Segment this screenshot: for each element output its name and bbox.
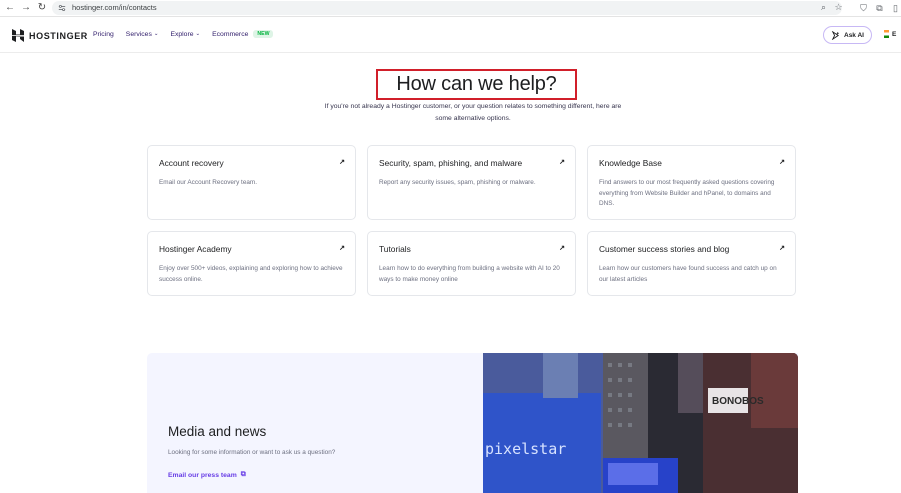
arrow-up-right-icon: ↗	[779, 159, 785, 166]
subtitle-line: some alternative options.	[435, 115, 511, 122]
card-description: Report any security issues, spam, phishi…	[379, 179, 536, 186]
email-press-team-link[interactable]: Email our press team ⧉	[168, 471, 246, 479]
media-news-section: Media and news Looking for some informat…	[147, 353, 798, 493]
card-account-recovery[interactable]: Account recovery ↗ Email our Account Rec…	[147, 145, 356, 220]
card-security[interactable]: Security, spam, phishing, and malware ↗ …	[367, 145, 576, 220]
nav-label: Pricing	[93, 30, 114, 38]
arrow-up-right-icon: ↗	[559, 159, 565, 166]
bonobos-sign-text: BONOBOS	[712, 396, 764, 407]
extension-shield-icon[interactable]: ⛉	[858, 3, 869, 14]
chevron-down-icon: ⌄	[153, 31, 159, 37]
ask-ai-button[interactable]: Ask AI	[823, 26, 872, 44]
arrow-up-right-icon: ↗	[339, 245, 345, 252]
url-text: hostinger.com/in/contacts	[72, 3, 157, 12]
card-description: Find answers to our most frequently aske…	[599, 179, 775, 207]
nav-label: Services	[125, 30, 152, 38]
back-arrow-icon[interactable]: ←	[4, 2, 16, 14]
card-knowledge-base[interactable]: Knowledge Base ↗ Find answers to our mos…	[587, 145, 796, 220]
card-hostinger-academy[interactable]: Hostinger Academy ↗ Enjoy over 500+ vide…	[147, 231, 356, 296]
card-description: Learn how our customers have found succe…	[599, 265, 777, 283]
brand-name: HOSTINGER	[29, 30, 88, 41]
card-customer-success[interactable]: Customer success stories and blog ↗ Lear…	[587, 231, 796, 296]
language-label: E	[892, 30, 897, 38]
external-link-icon: ⧉	[240, 471, 246, 478]
page-subtitle: If you're not already a Hostinger custom…	[280, 101, 666, 125]
nav-label: Ecommerce	[212, 30, 249, 38]
page-title: How can we help?	[396, 73, 557, 95]
arrow-up-right-icon: ↗	[779, 245, 785, 252]
card-title: Hostinger Academy	[159, 244, 232, 254]
press-link-label: Email our press team	[168, 471, 237, 479]
ask-ai-label: Ask AI	[844, 31, 864, 39]
nav-item-ecommerce[interactable]: Ecommerce NEW	[212, 30, 274, 38]
browser-toolbar: ← → ↻ hostinger.com/in/contacts ⌕ ☆ ⛉ ⧉ …	[0, 0, 901, 17]
subtitle-line: If you're not already a Hostinger custom…	[324, 103, 622, 110]
hostinger-logo-icon	[12, 29, 24, 42]
extensions-puzzle-icon[interactable]: ⧉	[874, 3, 885, 14]
address-bar[interactable]: hostinger.com/in/contacts ⌕ ☆	[52, 1, 844, 15]
card-description: Enjoy over 500+ videos, explaining and e…	[159, 265, 343, 283]
times-square-photo: pixelstar BONOBOS	[483, 353, 798, 493]
forward-arrow-icon[interactable]: →	[20, 2, 32, 14]
nav-item-services[interactable]: Services ⌄	[126, 31, 159, 38]
nav-label: Explore	[170, 30, 194, 38]
card-title: Security, spam, phishing, and malware	[379, 158, 523, 168]
site-info-icon[interactable]	[58, 4, 66, 12]
india-flag-icon	[884, 30, 889, 38]
card-title: Tutorials	[379, 244, 411, 254]
ai-sparkle-icon	[831, 30, 840, 40]
bookmark-star-icon[interactable]: ☆	[833, 2, 844, 13]
site-header: HOSTINGER Pricing Services ⌄ Explore ⌄ E…	[0, 17, 901, 53]
language-selector[interactable]: E	[884, 30, 896, 38]
card-title: Customer success stories and blog	[599, 244, 730, 254]
card-description: Email our Account Recovery team.	[159, 179, 258, 186]
main-nav: Pricing Services ⌄ Explore ⌄ Ecommerce N…	[93, 30, 274, 38]
nav-item-explore[interactable]: Explore ⌄	[170, 31, 200, 38]
arrow-up-right-icon: ↗	[559, 245, 565, 252]
card-tutorials[interactable]: Tutorials ↗ Learn how to do everything f…	[367, 231, 576, 296]
card-title: Account recovery	[159, 158, 224, 168]
profile-icon[interactable]: ▯	[890, 3, 901, 14]
zoom-icon[interactable]: ⌕	[818, 2, 829, 13]
reload-icon[interactable]: ↻	[36, 2, 48, 14]
media-subtitle: Looking for some information or want to …	[168, 449, 336, 456]
pixelstar-sign-text: pixelstar	[485, 440, 566, 458]
chevron-down-icon: ⌄	[195, 31, 201, 37]
arrow-up-right-icon: ↗	[339, 159, 345, 166]
card-title: Knowledge Base	[599, 158, 662, 168]
new-badge: NEW	[253, 30, 274, 38]
brand-logo[interactable]: HOSTINGER	[12, 29, 88, 42]
nav-item-pricing[interactable]: Pricing	[93, 31, 114, 38]
card-description: Learn how to do everything from building…	[379, 265, 560, 283]
media-title: Media and news	[168, 424, 267, 439]
